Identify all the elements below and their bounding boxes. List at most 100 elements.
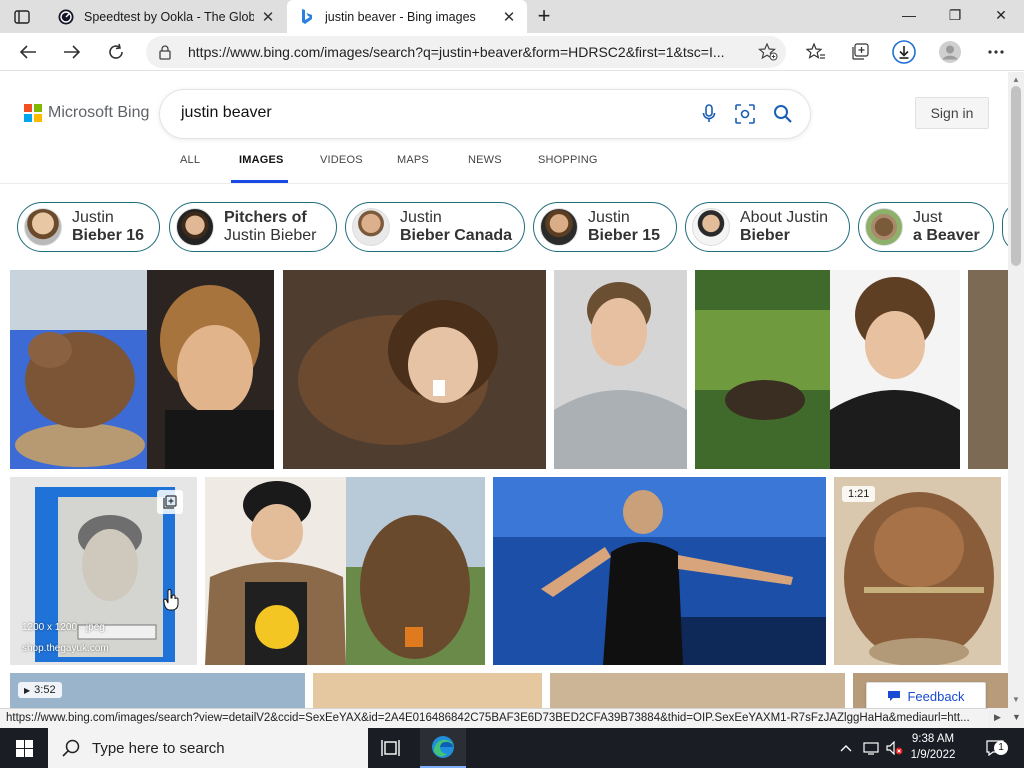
image-result[interactable]: ▶ 3:52 (10, 673, 305, 708)
bing-logo[interactable]: Microsoft Bing (24, 104, 149, 122)
clock-time: 9:38 AM (911, 733, 955, 745)
tab-actions-button[interactable] (10, 6, 34, 28)
feedback-icon (888, 691, 901, 701)
microphone-icon[interactable] (697, 102, 721, 126)
image-dimensions: 1200 x 1200 · jpeg (22, 622, 105, 633)
related-chip[interactable]: About Justin Bieber (685, 202, 850, 252)
image-result[interactable] (283, 270, 546, 469)
chip-line2: Bieber Canada (400, 227, 513, 244)
lock-icon[interactable] (158, 44, 174, 60)
related-chip[interactable]: Justin Bieber 15 (533, 202, 677, 252)
new-tab-button[interactable]: + (532, 3, 556, 28)
image-source[interactable]: shop.thegayuk.com (22, 643, 109, 654)
hand-cursor-icon (163, 589, 179, 611)
taskbar-search-placeholder: Type here to search (92, 739, 225, 757)
close-tab-icon[interactable]: ✕ (501, 9, 517, 26)
feedback-button[interactable]: Feedback (866, 682, 986, 708)
close-window-button[interactable]: ✕ (978, 0, 1024, 30)
settings-menu-button[interactable] (982, 38, 1010, 66)
image-result[interactable]: 1:21 (834, 477, 1001, 665)
back-button[interactable] (14, 38, 42, 66)
task-view-icon (381, 740, 400, 756)
chip-line1: Just (913, 209, 943, 226)
forward-arrow-icon (64, 45, 81, 59)
chip-thumbnail (352, 208, 390, 246)
visual-search-icon[interactable] (733, 102, 757, 126)
search-input[interactable]: justin beaver (181, 104, 272, 122)
page-scrollbar[interactable]: ▲ ▼ (1008, 72, 1024, 708)
tab-speedtest[interactable]: Speedtest by Ookla - The Global ✕ (46, 0, 286, 33)
url-text: https://www.bing.com/images/search?q=jus… (188, 44, 725, 60)
chip-line2: Bieber 16 (72, 227, 145, 244)
tab-all[interactable]: ALL (180, 154, 200, 166)
add-favorite-icon[interactable] (757, 42, 778, 61)
image-result[interactable] (493, 477, 826, 665)
minimize-button[interactable]: — (886, 0, 932, 30)
refresh-button[interactable] (102, 38, 130, 66)
favorites-button[interactable] (802, 38, 830, 66)
horizontal-scroll-arrow[interactable]: ▶ ▼ (988, 708, 1024, 728)
chip-line1: Justin (588, 209, 630, 226)
image-result[interactable] (205, 477, 485, 665)
search-box[interactable]: justin beaver (160, 90, 810, 138)
favorites-icon (806, 43, 825, 59)
edge-taskbar-button[interactable] (420, 728, 466, 768)
result-image (283, 270, 546, 469)
avatar-icon (939, 41, 961, 63)
chip-thumbnail (540, 208, 578, 246)
profile-button[interactable] (936, 38, 964, 66)
window-controls: — ❐ ✕ (886, 0, 1024, 30)
forward-button[interactable] (58, 38, 86, 66)
scroll-up-icon[interactable]: ▲ (1012, 76, 1020, 84)
taskbar-search[interactable]: Type here to search (48, 728, 368, 768)
image-result[interactable] (10, 270, 274, 469)
tab-images[interactable]: IMAGES (239, 154, 284, 166)
scroll-down-icon[interactable]: ▼ (1012, 712, 1021, 722)
image-result[interactable] (554, 270, 687, 469)
tab-maps[interactable]: MAPS (397, 154, 429, 166)
task-view-button[interactable] (368, 728, 414, 768)
address-bar[interactable]: https://www.bing.com/images/search?q=jus… (146, 36, 786, 68)
collection-add-icon[interactable] (157, 490, 183, 514)
close-tab-icon[interactable]: ✕ (260, 9, 276, 26)
image-result[interactable] (313, 673, 542, 708)
scroll-right-icon[interactable]: ▶ (994, 712, 1001, 723)
related-chip[interactable]: Justin Bieber Canada (345, 202, 525, 252)
browser-tab-bar: Speedtest by Ookla - The Global ✕ justin… (0, 0, 1024, 33)
downloads-button[interactable] (890, 38, 918, 66)
tab-title: Speedtest by Ookla - The Global (84, 9, 254, 24)
system-clock[interactable]: 9:38 AM 1/9/2022 (898, 731, 968, 763)
result-image (554, 270, 687, 469)
notification-count-badge: 1 (994, 741, 1008, 755)
show-hidden-icons-button[interactable] (836, 728, 856, 768)
related-chip[interactable]: Justin Bieber 16 (17, 202, 160, 252)
related-chip[interactable]: Just a Beaver (858, 202, 994, 252)
network-button[interactable] (860, 728, 882, 768)
image-result[interactable] (550, 673, 845, 708)
related-chip[interactable]: Pitchers of Justin Bieber (169, 202, 337, 252)
more-dots-icon (988, 50, 1004, 54)
collections-button[interactable] (846, 38, 874, 66)
sign-in-button[interactable]: Sign in (915, 97, 989, 129)
clock-date: 1/9/2022 (910, 749, 956, 761)
scroll-down-icon[interactable]: ▼ (1012, 696, 1020, 704)
microsoft-logo-icon (24, 104, 42, 122)
windows-logo-icon (15, 739, 33, 757)
browser-toolbar: https://www.bing.com/images/search?q=jus… (0, 33, 1024, 71)
video-duration-badge: 1:21 (842, 486, 876, 502)
image-result[interactable] (968, 270, 1008, 469)
image-result-hovered[interactable]: 1200 x 1200 · jpeg shop.thegayuk.com (10, 477, 197, 665)
start-button[interactable] (0, 728, 48, 768)
tab-videos[interactable]: VIDEOS (320, 154, 363, 166)
notifications-button[interactable]: 1 (978, 728, 1012, 768)
tab-news[interactable]: NEWS (468, 154, 502, 166)
search-icon[interactable] (771, 102, 795, 126)
image-result[interactable] (695, 270, 960, 469)
tab-actions-icon (14, 10, 30, 24)
chip-line1: Pitchers of (224, 209, 307, 226)
bing-icon (299, 8, 315, 25)
tab-bing-images[interactable]: justin beaver - Bing images ✕ (287, 0, 527, 33)
scrollbar-thumb[interactable] (1011, 86, 1021, 266)
restore-button[interactable]: ❐ (932, 0, 978, 30)
tab-shopping[interactable]: SHOPPING (538, 154, 598, 166)
